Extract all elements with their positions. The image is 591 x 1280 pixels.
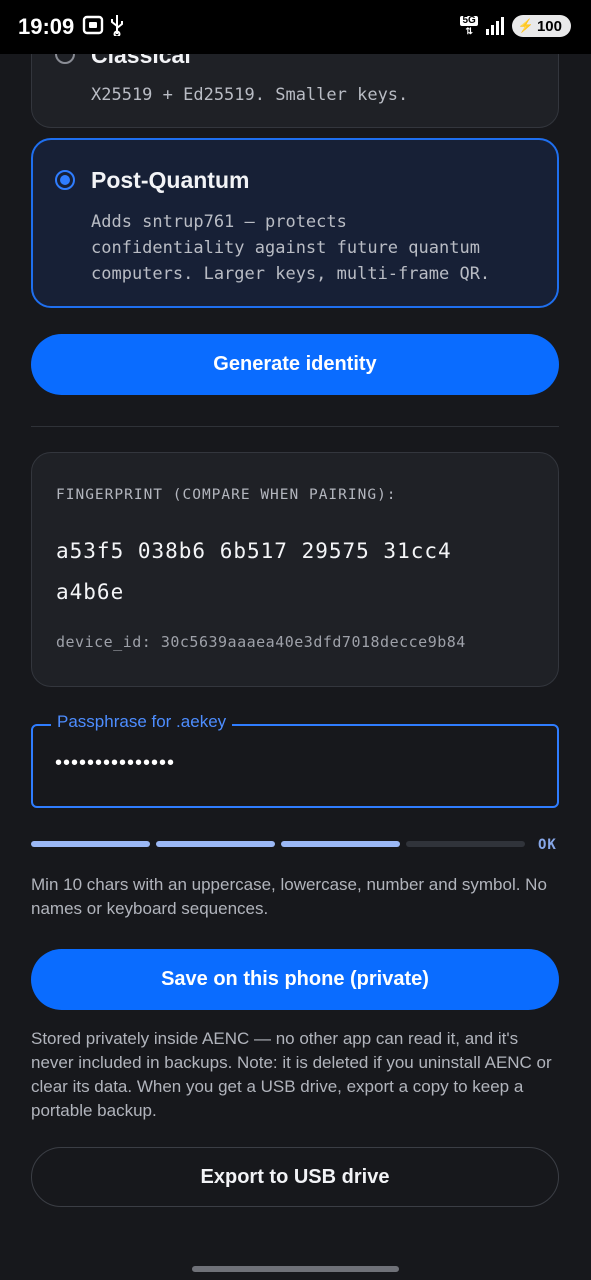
battery-level: 100: [536, 17, 562, 35]
screenshot-icon: [82, 14, 104, 41]
radio-post-quantum[interactable]: [55, 170, 75, 190]
charging-icon: ⚡: [517, 18, 534, 33]
passphrase-value: •••••••••••••••: [55, 752, 176, 774]
storage-note: Stored privately inside AENC — no other …: [31, 1029, 552, 1120]
generate-identity-button[interactable]: Generate identity: [31, 334, 559, 395]
fingerprint-label: FINGERPRINT (COMPARE WHEN PAIRING):: [56, 487, 397, 503]
device-id: device_id: 30c5639aaaea40e3dfd7018decce9…: [56, 633, 466, 651]
data-arrows-icon: ⇅: [465, 26, 473, 36]
export-usb-button[interactable]: Export to USB drive: [31, 1147, 559, 1207]
status-time: 19:09: [18, 14, 75, 39]
strength-segment: [31, 841, 150, 847]
option-post-quantum[interactable]: Post-Quantum Adds sntrup761 — protects c…: [31, 138, 559, 308]
home-indicator[interactable]: [192, 1266, 399, 1272]
strength-meter: [31, 841, 525, 847]
fingerprint-card: FINGERPRINT (COMPARE WHEN PAIRING): a53f…: [31, 452, 559, 687]
passphrase-input[interactable]: Passphrase for .aekey •••••••••••••••: [31, 712, 559, 808]
passphrase-hint: Min 10 chars with an uppercase, lowercas…: [31, 875, 547, 918]
strength-label: OK: [538, 837, 557, 853]
strength-segment: [156, 841, 275, 847]
network-type: 5G: [460, 15, 478, 26]
signal-icon: [485, 17, 504, 35]
strength-segment: [281, 841, 400, 847]
status-bar: 19:09 5G ⇅ ⚡ 100: [0, 0, 591, 54]
passphrase-label: Passphrase for .aekey: [51, 712, 233, 732]
option-description: Adds sntrup761 — protects confidentialit…: [91, 212, 491, 284]
fingerprint-value: a53f5 038b6 6b517 29575 31cc4 a4b6e: [56, 539, 452, 604]
battery-indicator: ⚡ 100: [511, 15, 571, 37]
save-on-phone-button[interactable]: Save on this phone (private): [31, 949, 559, 1010]
divider: [31, 426, 559, 427]
usb-icon: [110, 14, 124, 41]
strength-segment: [406, 841, 525, 847]
network-indicator: 5G ⇅: [460, 15, 478, 36]
option-title: Post-Quantum: [91, 167, 250, 193]
option-description: X25519 + Ed25519. Smaller keys.: [91, 85, 409, 105]
